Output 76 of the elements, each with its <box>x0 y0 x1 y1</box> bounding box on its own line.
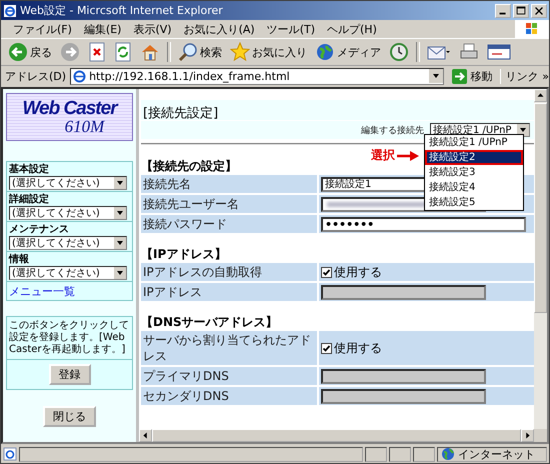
menu-select[interactable]: (選択してください) <box>9 176 127 190</box>
edit-icon <box>487 42 511 62</box>
scroll-right-icon[interactable] <box>521 429 534 442</box>
address-label: アドレス(D) <box>5 68 66 84</box>
field-label: 接続先名 <box>141 175 317 193</box>
field-label: セカンダリDNS <box>141 387 317 405</box>
clock-icon <box>389 42 409 62</box>
scroll-thumb[interactable] <box>534 103 547 313</box>
window-title: Web設定 - Micrcsoft Internet Explorer <box>20 3 224 18</box>
go-arrow-icon <box>452 68 468 84</box>
security-zone: インターネット <box>458 446 535 462</box>
field-label: 接続先ユーザー名 <box>141 195 317 213</box>
search-icon <box>178 42 198 62</box>
arrow-icon <box>397 150 419 160</box>
star-icon <box>230 42 250 62</box>
checkbox[interactable] <box>321 266 332 278</box>
checkbox[interactable] <box>321 342 332 354</box>
toolbar-button[interactable]: 戻る <box>5 40 55 64</box>
password-field[interactable]: ••••••• <box>321 216 526 232</box>
menu-group-label: 情報 <box>9 254 30 266</box>
field-label: IPアドレス <box>141 283 317 301</box>
scroll-left-icon[interactable] <box>139 429 152 442</box>
maximize-icon[interactable] <box>513 4 529 18</box>
refresh-icon <box>114 42 132 62</box>
section-heading: 【DNSサーバアドレス】 <box>141 315 278 329</box>
menu-item[interactable]: ヘルプ(H) <box>321 22 383 36</box>
stop-icon <box>88 42 106 62</box>
scroll-up-icon[interactable] <box>534 89 547 102</box>
dropdown-option[interactable]: 接続設定1 /UPnP <box>425 135 523 150</box>
links-button[interactable]: リンク <box>500 68 538 84</box>
toolbar-button[interactable]: 検索 <box>175 40 225 64</box>
note-text: このボタンをクリックして設定を登録します。[Web Casterを再起動します。] <box>7 317 132 360</box>
status-pane <box>389 446 411 462</box>
menu-group-label: 詳細設定 <box>9 194 50 206</box>
vertical-scrollbar[interactable] <box>534 89 547 429</box>
globe-icon <box>441 447 455 461</box>
section-heading: 【IPアドレス】 <box>141 247 226 261</box>
field-label: 接続パスワード <box>141 215 317 233</box>
checkbox-label: 使用する <box>334 264 382 280</box>
logo: Web Caster 610M <box>6 93 133 141</box>
go-button[interactable]: 移動 <box>448 68 496 84</box>
toolbar-button[interactable]: お気に入り <box>227 40 310 64</box>
menu-select[interactable]: (選択してください) <box>9 206 127 220</box>
menu-group-label: メンテナンス <box>9 224 70 236</box>
menu-item[interactable]: 編集(E) <box>78 22 128 36</box>
status-pane <box>413 446 435 462</box>
field-label: サーバから割り当てられたアドレス <box>141 331 317 365</box>
page-title: [接続先設定] <box>143 106 218 121</box>
menu-item[interactable]: 表示(V) <box>127 22 178 36</box>
menu-list-link[interactable]: メニュー一覧 <box>9 284 75 299</box>
address-field[interactable]: http://192.168.1.1/index_frame.html <box>70 68 444 84</box>
status-pane <box>365 446 387 462</box>
field-label: プライマリDNS <box>141 367 317 385</box>
menu-group-label: 基本設定 <box>9 164 50 176</box>
menu-item[interactable]: ファイル(F) <box>7 22 78 36</box>
section-heading: 【接続先の設定】 <box>141 159 237 173</box>
minimize-icon[interactable] <box>495 4 511 18</box>
menu-select[interactable]: (選択してください) <box>9 236 127 250</box>
edit-target-label: 編集する接続先 <box>361 124 424 136</box>
page-icon <box>73 70 86 82</box>
menu-select[interactable]: (選択してください) <box>9 266 127 280</box>
menu-item[interactable]: ツール(T) <box>260 22 321 36</box>
globe-icon <box>315 42 335 62</box>
toolbar-button[interactable]: メディア <box>312 40 384 64</box>
close-button[interactable]: 閉じる <box>43 406 96 427</box>
page-icon <box>3 447 17 461</box>
field-label: IPアドレスの自動取得 <box>141 263 317 281</box>
close-icon[interactable] <box>531 4 547 18</box>
home-icon <box>140 42 160 62</box>
browser-icon <box>3 4 17 18</box>
dropdown-option[interactable]: 接続設定2 <box>425 150 523 165</box>
more-links-button[interactable]: » <box>542 70 549 82</box>
register-button[interactable]: 登録 <box>48 364 90 385</box>
checkbox-label: 使用する <box>334 340 382 356</box>
menu-item[interactable]: お気に入り(A) <box>178 22 261 36</box>
annotation-label: 選択 <box>371 147 395 164</box>
